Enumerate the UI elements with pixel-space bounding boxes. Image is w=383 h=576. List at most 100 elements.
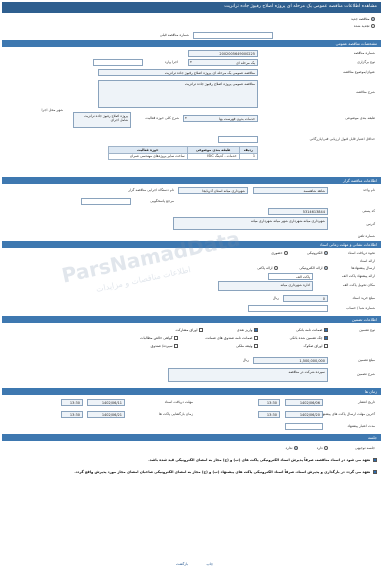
deposit-amount-label: مبلغ تضمین — [358, 358, 375, 362]
cell-row: 1 — [238, 152, 259, 161]
submission-label: ارسال پیشنهادها — [351, 266, 375, 270]
deposit-option-fund[interactable]: ضمانت نامه صندوق های ضمانت — [205, 336, 258, 340]
classification-table: ردیف طبقه بندی موضوعی حوزه فعالیت 1 خدما… — [108, 146, 259, 161]
delivery-place-label: مکان تحویل پاکت الف — [342, 283, 375, 287]
submission-online-radio[interactable]: ارائه الکترونیکی — [299, 266, 328, 270]
publish-label: تاریخ انتشار — [358, 400, 375, 404]
deposit-option-cash[interactable]: واریز نقدی — [237, 328, 258, 332]
deposit-amount-field: 1,500,000,000 — [253, 357, 328, 364]
type-select[interactable]: یک مرحله ای — [188, 59, 258, 66]
section-times: زمان ها — [2, 388, 381, 395]
deposit-option-property[interactable]: وثیقه ملکی — [236, 344, 258, 348]
address-field: شهرداری میانه-شهرداری شهر میانه شهرداری … — [173, 217, 328, 230]
min-rating-label: حداقل اعتبار قابل قبول ارزیابی فنی/بازرگ… — [309, 137, 375, 141]
postal-code-label: کد پستی — [362, 209, 375, 213]
section-meeting: جلسه — [2, 434, 381, 441]
title-label: عنوان/موضوع مناقصه — [343, 70, 375, 74]
tender-number-label: شماره مناقصه — [353, 51, 375, 55]
deposit-option-bank[interactable]: ضمانت نامه بانکی — [296, 328, 328, 332]
doc-recv-online-radio[interactable]: الکترونیکی — [307, 251, 328, 255]
activity-label: شرح کلی حوزه فعالیت — [145, 116, 179, 120]
ref-label: مرجع پاسخگویی — [150, 199, 174, 203]
section-organizer: اطلاعات مناقصه گزار — [2, 177, 381, 184]
deposit-desc-field: سپرده شرکت در مناقصه — [168, 368, 328, 382]
back-button[interactable]: بازگشت — [176, 562, 188, 566]
title-field: مناقصه عمومی یک مرحله ای پروژه اصلاح رفی… — [98, 69, 258, 76]
doc-deadline-label: مهلت دریافت اسناد — [164, 400, 193, 404]
doc-fee-label: مبلغ خرید اسناد — [352, 296, 375, 300]
doc-place-label: ارائه اسناد — [359, 259, 375, 263]
deposit-option-bonds[interactable]: اوراق مشارکت — [175, 328, 203, 332]
opening-label: زمان بازگشایی پاکت ها — [158, 412, 193, 416]
tel-label: شماره تلفن — [357, 234, 375, 238]
col-header-activity: حوزه فعالیت — [108, 146, 188, 154]
sheba-field[interactable] — [248, 305, 328, 312]
doc-fee-unit: ریال — [272, 296, 279, 300]
new-tender-radio[interactable]: مناقصه جدید — [351, 17, 375, 21]
env-deadline-label: آخرین مهلت ارسال پاکت های پیشنهاد — [320, 412, 375, 416]
deposit-option-sukuk[interactable]: اوراق صکوک — [304, 344, 328, 348]
envelope-a-field[interactable]: پاکت الف — [268, 273, 313, 280]
publish-time-field: 13:30 — [258, 399, 280, 406]
meeting-label: جلسه توجیهی — [355, 446, 375, 450]
doc-deadline-date-field: 1402/06/11 — [87, 399, 125, 406]
ref-field[interactable] — [81, 198, 131, 205]
deposit-amount-unit: ریال — [242, 358, 249, 362]
type-extra-field[interactable] — [93, 59, 143, 66]
org-name-field: شهرداری میانه استان آذربایجا — [178, 187, 248, 194]
opening-time-field: 13:30 — [61, 411, 83, 418]
env-deadline-time-field: 13:30 — [258, 411, 280, 418]
deposit-type-label: نوع تضمین — [359, 328, 375, 332]
postal-code-field: 5314613844 — [268, 208, 328, 215]
type-label: نوع برگزاری — [357, 60, 375, 64]
deposit-option-check[interactable]: چک تضمین شده بانکی — [290, 336, 328, 340]
org-name-label: نام دستگاه اجرایی مناقصه گزار — [128, 188, 174, 192]
desc-label: شرح مناقصه — [356, 90, 375, 94]
address-label: آدرس — [366, 222, 376, 226]
section-deposit: اطلاعات تضمین — [2, 316, 381, 323]
previous-number-field[interactable] — [193, 32, 273, 39]
env-deadline-date-field: 1402/06/20 — [285, 411, 323, 418]
cell-class: خدمات - کدینگ ISIC — [186, 152, 240, 161]
validity-field[interactable] — [285, 423, 323, 430]
window-title: مشاهده اطلاعات مناقصه عمومی یک مرحله ای … — [2, 2, 381, 13]
min-rating-field[interactable] — [218, 136, 258, 143]
meeting-yes-radio[interactable]: دارد — [317, 446, 328, 450]
classification-label: طبقه بندی موضوعی — [345, 116, 375, 120]
col-header-row: ردیف — [238, 146, 259, 154]
tender-number-field: 2002005649000225 — [188, 50, 258, 57]
commitment-1-checkbox[interactable] — [373, 458, 377, 462]
classification-select[interactable]: خدمات بدون فهرست بها — [183, 115, 258, 122]
opening-date-field: 1402/06/21 — [87, 411, 125, 418]
org-unit-field: شاهد شاهسمد — [253, 187, 328, 194]
commitment-2-checkbox[interactable] — [373, 470, 377, 474]
activity-field: پروژه اصلاح رفیوژ جاده ترانزیت شامل اجرا… — [73, 112, 131, 128]
deposit-option-deposit[interactable]: سپرده/ صندوق — [151, 344, 178, 348]
col-header-class: طبقه بندی موضوعی — [186, 146, 240, 154]
deposit-option-claims[interactable]: گواهی خالص مطالبات — [140, 336, 178, 340]
type-extra-label: اجرا وارد — [164, 60, 178, 64]
envelope-a-label: ارائه پیشنهاد پاکت الف — [341, 274, 375, 278]
submission-offline-radio[interactable]: ارائه پاکتی — [257, 266, 278, 270]
publish-date-field: 1402/06/06 — [285, 399, 323, 406]
deposit-desc-label: شرح تضمین — [357, 372, 375, 376]
table-row: 1 خدمات - کدینگ ISIC ساخت سایر پروژه‌های… — [108, 152, 259, 161]
doc-deadline-time-field: 13:30 — [61, 399, 83, 406]
commitment-note-1: تعهد می شود در اسناد مناقصه، صرفاً پذیرش… — [6, 458, 377, 463]
doc-recv-offline-radio[interactable]: حضوری — [271, 251, 288, 255]
meeting-no-radio[interactable]: ندارد — [285, 446, 298, 450]
doc-fee-field: 0 — [283, 295, 328, 302]
commitment-note-2: تعهد می گردد در بارگذاری و پذیرش اسناد، … — [6, 470, 377, 475]
cell-activity: ساخت سایر پروژه‌های مهندسی عمران — [108, 152, 188, 161]
desc-field: مناقصه عمومی پروژه اصلاح رفیوژ جاده تران… — [98, 80, 258, 108]
renewed-tender-radio[interactable]: تجدید شده — [354, 24, 375, 28]
doc-recv-label: نحوه دریافت اسناد — [347, 251, 375, 255]
tender-view-page: مشاهده اطلاعات مناقصه عمومی یک مرحله ای … — [0, 0, 383, 576]
print-button[interactable]: چاپ — [206, 562, 213, 566]
city-label: شهر محل اجرا — [41, 108, 63, 112]
validity-label: مدت اعتبار پیشنهاد — [347, 424, 375, 428]
section-general: مشخصات مناقصه عمومی — [2, 40, 381, 47]
delivery-place-field: اداره شهرداری میانه — [218, 281, 313, 291]
sheba-label: شماره شبا / حساب — [346, 306, 375, 310]
previous-number-label: شماره مناقصه قبلی — [159, 33, 189, 37]
